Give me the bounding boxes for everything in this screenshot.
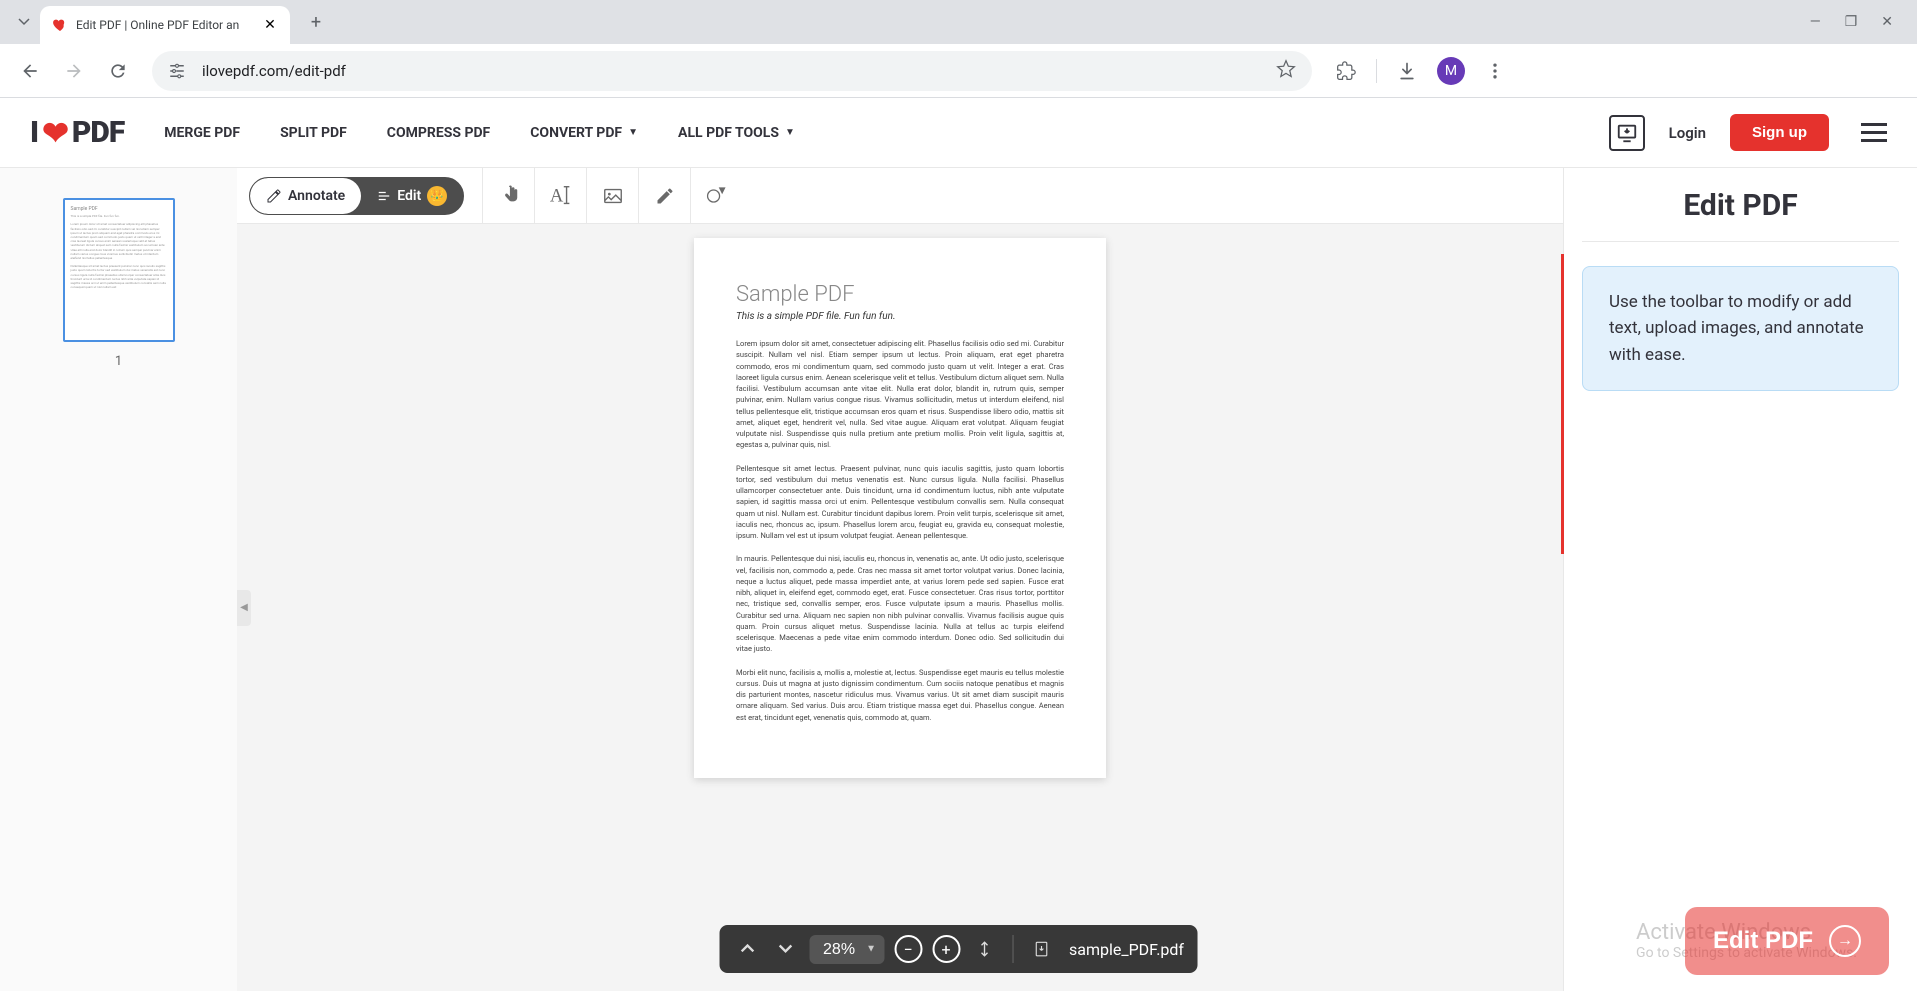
new-tab-button[interactable]: + (302, 8, 330, 36)
file-icon[interactable] (1027, 935, 1055, 963)
bottom-bar-divider (1012, 935, 1013, 963)
crown-badge-icon: 👑 (427, 186, 447, 206)
pen-icon (266, 188, 282, 204)
extensions-icon[interactable] (1328, 53, 1364, 89)
right-panel: Edit PDF Use the toolbar to modify or ad… (1563, 168, 1917, 991)
editor-toolbar: Annotate Edit 👑 A (237, 168, 1563, 224)
profile-avatar[interactable]: M (1433, 53, 1469, 89)
nav-convert-label: CONVERT PDF (530, 125, 622, 141)
edit-label: Edit (397, 188, 421, 204)
annotate-mode-button[interactable]: Annotate (250, 178, 361, 214)
zoom-out-button[interactable]: − (894, 935, 922, 963)
forward-button[interactable] (56, 53, 92, 89)
content-area: Sample PDF This is a simple PDF file. Fu… (0, 168, 1917, 991)
toolbar-separator (1376, 59, 1377, 83)
desktop-download-icon[interactable] (1609, 115, 1645, 151)
hand-tool-button[interactable] (482, 168, 534, 224)
signup-button[interactable]: Sign up (1730, 114, 1829, 151)
draw-tool-button[interactable] (638, 168, 690, 224)
arrow-right-icon: → (1829, 925, 1861, 957)
minimize-icon[interactable]: — (1810, 14, 1821, 30)
tab-close-icon[interactable]: ✕ (262, 17, 278, 33)
hamburger-menu-icon[interactable] (1861, 123, 1887, 142)
maximize-icon[interactable]: ❐ (1845, 14, 1858, 30)
thumb-doc-title: Sample PDF (71, 206, 167, 212)
browser-tab[interactable]: Edit PDF | Online PDF Editor an ✕ (40, 6, 290, 44)
accent-bar (1561, 254, 1564, 554)
thumbnail-sidebar: Sample PDF This is a simple PDF file. Fu… (0, 168, 237, 991)
url-text: ilovepdf.com/edit-pdf (202, 62, 1260, 80)
lines-icon (377, 189, 391, 203)
site-settings-icon[interactable] (168, 62, 186, 80)
doc-paragraph: In mauris. Pellentesque dui nisi, iaculi… (736, 553, 1064, 654)
doc-paragraph: Lorem ipsum dolor sit amet, consectetuer… (736, 338, 1064, 451)
info-box: Use the toolbar to modify or add text, u… (1582, 266, 1899, 391)
chevron-down-icon: ▼ (628, 127, 638, 138)
url-bar[interactable]: ilovepdf.com/edit-pdf (152, 51, 1312, 91)
tab-dropdown-icon[interactable] (8, 6, 40, 38)
browser-toolbar: ilovepdf.com/edit-pdf M (0, 44, 1917, 98)
downloads-icon[interactable] (1389, 53, 1425, 89)
zoom-in-button[interactable]: + (932, 935, 960, 963)
shapes-tool-button[interactable] (690, 168, 742, 224)
nav-menu: MERGE PDF SPLIT PDF COMPRESS PDF CONVERT… (164, 125, 795, 141)
document-page[interactable]: Sample PDF This is a simple PDF file. Fu… (694, 238, 1106, 778)
logo-prefix: I (30, 115, 38, 150)
nav-all-tools[interactable]: ALL PDF TOOLS ▼ (678, 125, 795, 141)
nav-split-pdf[interactable]: SPLIT PDF (280, 125, 347, 141)
window-controls: — ❐ ✕ (1810, 14, 1909, 30)
filename-label: sample_PDF.pdf (1069, 940, 1184, 959)
panel-title: Edit PDF (1582, 188, 1899, 242)
reload-button[interactable] (100, 53, 136, 89)
collapse-sidebar-icon[interactable]: ◀ (237, 590, 251, 626)
doc-paragraph: Pellentesque sit amet lectus. Praesent p… (736, 463, 1064, 542)
doc-paragraph: Morbi elit nunc, facilisis a, mollis a, … (736, 667, 1064, 723)
back-button[interactable] (12, 53, 48, 89)
edit-pdf-fab-button[interactable]: Edit PDF → (1685, 907, 1889, 975)
chevron-down-icon: ▼ (785, 127, 795, 138)
mode-toggle: Annotate Edit 👑 (249, 177, 464, 215)
logo-suffix: PDF (72, 115, 124, 150)
bookmark-star-icon[interactable] (1276, 59, 1296, 83)
fab-label: Edit PDF (1713, 927, 1813, 955)
nav-merge-pdf[interactable]: MERGE PDF (164, 125, 240, 141)
browser-titlebar: Edit PDF | Online PDF Editor an ✕ + — ❐ … (0, 0, 1917, 44)
login-link[interactable]: Login (1669, 124, 1706, 142)
heart-icon: ❤ (42, 114, 68, 152)
doc-subtitle: This is a simple PDF file. Fun fun fun. (736, 311, 1064, 322)
svg-text:A: A (550, 185, 564, 206)
browser-menu-icon[interactable] (1477, 53, 1513, 89)
image-tool-button[interactable] (586, 168, 638, 224)
text-tool-button[interactable]: A (534, 168, 586, 224)
page-thumbnail[interactable]: Sample PDF This is a simple PDF file. Fu… (63, 198, 175, 342)
nav-all-tools-label: ALL PDF TOOLS (678, 125, 779, 141)
fit-height-button[interactable] (970, 935, 998, 963)
doc-title: Sample PDF (736, 282, 1064, 307)
bottom-bar: 28% ▼ − + sample_PDF.pdf (719, 925, 1198, 973)
nav-convert-pdf[interactable]: CONVERT PDF ▼ (530, 125, 638, 141)
header-right: Login Sign up (1609, 114, 1887, 151)
site-header: I ❤ PDF MERGE PDF SPLIT PDF COMPRESS PDF… (0, 98, 1917, 168)
tab-favicon-heart-icon (52, 17, 68, 33)
next-page-button[interactable] (771, 935, 799, 963)
edit-mode-button[interactable]: Edit 👑 (361, 178, 463, 214)
nav-compress-pdf[interactable]: COMPRESS PDF (387, 125, 490, 141)
logo[interactable]: I ❤ PDF (30, 114, 124, 152)
zoom-select-wrap: 28% ▼ (809, 935, 884, 964)
close-window-icon[interactable]: ✕ (1881, 14, 1893, 30)
prev-page-button[interactable] (733, 935, 761, 963)
annotate-label: Annotate (288, 188, 345, 204)
thumbnail-page-number: 1 (115, 354, 122, 369)
canvas-area[interactable]: ◀ Sample PDF This is a simple PDF file. … (237, 224, 1563, 991)
thumb-preview: This is a simple PDF file. Fun fun fun. … (71, 214, 167, 289)
tab-title: Edit PDF | Online PDF Editor an (76, 18, 254, 32)
editor-area: Annotate Edit 👑 A (237, 168, 1563, 991)
zoom-select[interactable]: 28% (809, 935, 884, 964)
